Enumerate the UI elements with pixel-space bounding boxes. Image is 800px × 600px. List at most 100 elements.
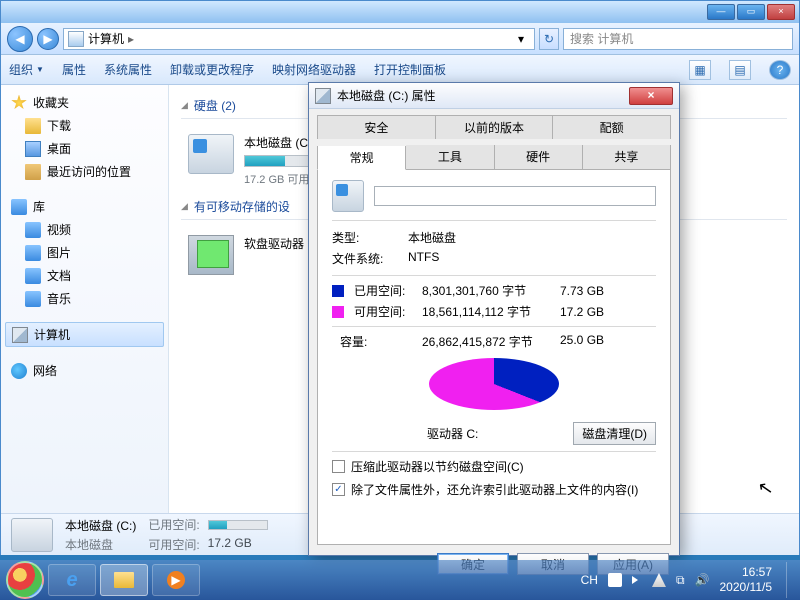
tray-flag-icon[interactable] xyxy=(652,573,666,587)
compress-checkbox[interactable] xyxy=(332,460,345,473)
status-drive-type: 本地磁盘 xyxy=(65,536,136,553)
index-label: 除了文件属性外，还允许索引此驱动器上文件的内容(I) xyxy=(351,481,638,498)
refresh-button[interactable]: ↻ xyxy=(539,28,559,50)
folder-icon xyxy=(25,118,41,134)
fs-label: 文件系统: xyxy=(332,250,400,267)
system-properties-button[interactable]: 系统属性 xyxy=(104,61,152,78)
free-label: 可用空间: xyxy=(354,303,414,320)
dialog-titlebar[interactable]: 本地磁盘 (C:) 属性 × xyxy=(309,83,679,109)
sidebar-documents[interactable]: 文档 xyxy=(1,264,168,287)
status-usage-bar xyxy=(208,520,268,530)
capacity-gb: 25.0 GB xyxy=(560,333,624,350)
view-options-button[interactable]: ▦ xyxy=(689,60,711,80)
status-free-label: 可用空间: xyxy=(148,536,199,553)
nav-bar: ◀ ▶ 计算机 ▸ ▾ ↻ 搜索 计算机 xyxy=(1,23,799,55)
index-checkbox[interactable]: ✓ xyxy=(332,483,345,496)
dialog-title: 本地磁盘 (C:) 属性 xyxy=(337,87,436,104)
recent-icon xyxy=(25,164,41,180)
disk-cleanup-button[interactable]: 磁盘清理(D) xyxy=(573,422,656,445)
taskbar-explorer[interactable] xyxy=(100,564,148,596)
capacity-bytes: 26,862,415,872 字节 xyxy=(422,333,552,350)
tab-hardware[interactable]: 硬件 xyxy=(495,145,583,169)
used-gb: 7.73 GB xyxy=(560,284,624,298)
removable-header-label: 有可移动存储的设 xyxy=(194,198,290,215)
tab-panel-general: 类型: 本地磁盘 文件系统: NTFS 已用空间: 8,301,301,760 … xyxy=(317,169,671,545)
clock-date: 2020/11/5 xyxy=(720,580,773,595)
language-indicator[interactable]: CH xyxy=(581,573,598,587)
organize-menu[interactable]: 组织 ▼ xyxy=(9,61,44,78)
drive-large-icon xyxy=(332,180,364,212)
help-button[interactable]: ? xyxy=(769,60,791,80)
map-drive-button[interactable]: 映射网络驱动器 xyxy=(272,61,356,78)
pictures-icon xyxy=(25,245,41,261)
free-color-swatch xyxy=(332,306,344,318)
taskbar-media-player[interactable]: ▶ xyxy=(152,564,200,596)
toolbar: 组织 ▼ 属性 系统属性 卸载或更改程序 映射网络驱动器 打开控制面板 ▦ ▤ … xyxy=(1,55,799,85)
close-button[interactable]: × xyxy=(767,4,795,20)
compress-label: 压缩此驱动器以节约磁盘空间(C) xyxy=(351,458,524,475)
minimize-button[interactable]: — xyxy=(707,4,735,20)
taskbar-ie[interactable]: e xyxy=(48,564,96,596)
network-icon xyxy=(11,363,27,379)
type-value: 本地磁盘 xyxy=(408,229,656,246)
sidebar-videos[interactable]: 视频 xyxy=(1,218,168,241)
sidebar-recent[interactable]: 最近访问的位置 xyxy=(1,160,168,183)
uninstall-button[interactable]: 卸载或更改程序 xyxy=(170,61,254,78)
tab-previous-versions[interactable]: 以前的版本 xyxy=(436,115,554,139)
hdd-icon xyxy=(188,134,234,174)
tab-general[interactable]: 常规 xyxy=(317,146,406,170)
control-panel-button[interactable]: 打开控制面板 xyxy=(374,61,446,78)
sidebar-libraries[interactable]: 库 xyxy=(1,195,168,218)
usage-pie-chart xyxy=(429,358,559,420)
start-button[interactable] xyxy=(6,561,44,599)
tray-ime-icon[interactable] xyxy=(608,573,622,587)
computer-icon xyxy=(68,31,84,47)
status-drive-icon xyxy=(11,518,53,552)
tray-network-icon[interactable]: ⧉ xyxy=(676,573,685,588)
star-icon xyxy=(11,95,27,111)
videos-icon xyxy=(25,222,41,238)
dialog-close-button[interactable]: × xyxy=(629,87,673,105)
clock-time: 16:57 xyxy=(720,565,773,580)
window-titlebar: — ▭ × xyxy=(1,1,799,23)
sidebar-favorites[interactable]: 收藏夹 xyxy=(1,91,168,114)
drive-icon xyxy=(315,88,331,104)
tab-sharing[interactable]: 共享 xyxy=(583,145,671,169)
address-dropdown-icon[interactable]: ▾ xyxy=(512,32,530,46)
music-icon xyxy=(25,291,41,307)
taskbar: e ▶ CH ⧉ 🔊 16:57 2020/11/5 xyxy=(0,560,800,600)
tray-volume-icon[interactable]: 🔊 xyxy=(695,573,710,587)
desktop-icon xyxy=(25,141,41,157)
tab-tools[interactable]: 工具 xyxy=(406,145,494,169)
floppy-icon xyxy=(188,235,234,275)
breadcrumb-sep-icon[interactable]: ▸ xyxy=(128,32,134,46)
hdd-header-label: 硬盘 (2) xyxy=(194,97,236,114)
sidebar-network[interactable]: 网络 xyxy=(1,359,168,382)
used-color-swatch xyxy=(332,285,344,297)
sidebar-computer[interactable]: 计算机 xyxy=(5,322,164,347)
used-bytes: 8,301,301,760 字节 xyxy=(422,282,552,299)
drive-name-input[interactable] xyxy=(374,186,656,206)
search-input[interactable]: 搜索 计算机 xyxy=(563,28,793,50)
show-desktop-button[interactable] xyxy=(786,562,794,598)
properties-button[interactable]: 属性 xyxy=(62,61,86,78)
documents-icon xyxy=(25,268,41,284)
sidebar-music[interactable]: 音乐 xyxy=(1,287,168,310)
preview-pane-button[interactable]: ▤ xyxy=(729,60,751,80)
maximize-button[interactable]: ▭ xyxy=(737,4,765,20)
tab-security[interactable]: 安全 xyxy=(317,115,436,139)
forward-button[interactable]: ▶ xyxy=(37,28,59,50)
address-segment[interactable]: 计算机 xyxy=(88,30,124,47)
system-tray: CH ⧉ 🔊 16:57 2020/11/5 xyxy=(581,562,794,598)
capacity-label: 容量: xyxy=(340,333,414,350)
tab-quota[interactable]: 配额 xyxy=(553,115,671,139)
taskbar-clock[interactable]: 16:57 2020/11/5 xyxy=(720,565,777,595)
back-button[interactable]: ◀ xyxy=(7,26,33,52)
used-label: 已用空间: xyxy=(354,282,414,299)
address-bar[interactable]: 计算机 ▸ ▾ xyxy=(63,28,535,50)
sidebar-desktop[interactable]: 桌面 xyxy=(1,137,168,160)
status-title: 本地磁盘 (C:) xyxy=(65,517,136,534)
tray-show-hidden-icon[interactable] xyxy=(632,576,642,584)
sidebar-pictures[interactable]: 图片 xyxy=(1,241,168,264)
sidebar-downloads[interactable]: 下载 xyxy=(1,114,168,137)
